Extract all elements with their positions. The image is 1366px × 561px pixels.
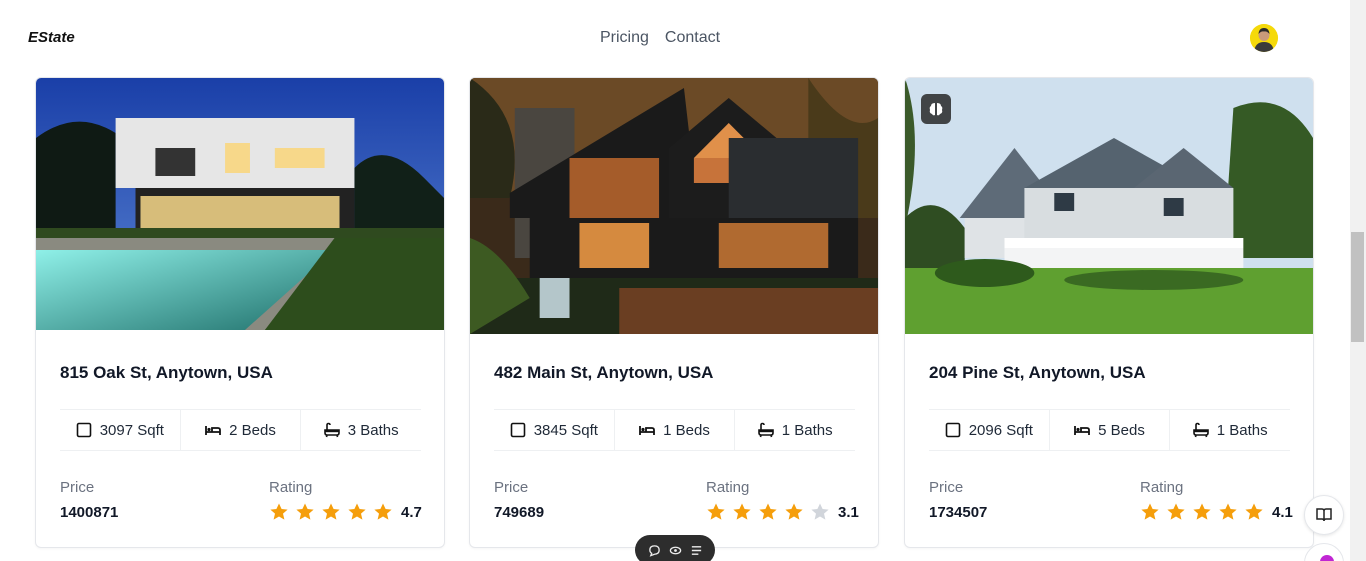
baths-feature: 3 Baths [301,410,421,450]
property-card-3[interactable]: 204 Pine St, Anytown, USA 2096 Sqft 5 Be… [904,77,1314,548]
scrollbar-thumb[interactable] [1351,232,1364,342]
square-icon [945,422,961,438]
price-label: Price [494,479,529,496]
feature-row: 3845 Sqft 1 Beds 1 Baths [494,409,855,451]
star-icon [322,503,340,520]
feature-row: 3097 Sqft 2 Beds 3 Baths [60,409,421,451]
bath-icon [757,422,774,438]
property-image-1 [36,78,444,330]
brand-logo[interactable]: EState [28,29,75,46]
bed-icon [639,426,656,435]
sqft-value: 2096 Sqft [968,421,1033,439]
beds-feature: 2 Beds [181,410,302,450]
rating-stars: 3.1 [706,502,859,522]
star-icon [707,503,725,520]
sqft-value: 3845 Sqft [533,421,598,439]
brain-icon [929,103,943,116]
beds-value: 1 Beds [663,421,710,439]
star-icon [1245,503,1263,520]
rating-value: 3.1 [838,503,859,521]
bath-icon [323,422,340,438]
beds-value: 5 Beds [1098,421,1145,439]
rating-value: 4.1 [1272,503,1293,521]
baths-feature: 1 Baths [735,410,855,450]
beds-feature: 5 Beds [1050,410,1171,450]
baths-value: 1 Baths [1216,421,1268,439]
sqft-feature: 3097 Sqft [60,410,181,450]
property-image-2 [470,78,878,334]
rating-stars: 4.1 [1140,502,1293,522]
property-card-2[interactable]: 482 Main St, Anytown, USA 3845 Sqft 1 Be… [469,77,879,548]
main-nav: Pricing Contact [600,29,720,47]
property-address[interactable]: 204 Pine St, Anytown, USA [929,363,1146,383]
book-icon [1316,508,1332,522]
price-value: 1734507 [929,504,988,521]
list-icon[interactable] [690,544,703,557]
price-label: Price [60,479,95,496]
baths-feature: 1 Baths [1170,410,1290,450]
square-icon [76,422,92,438]
chat-icon[interactable] [648,544,661,557]
baths-value: 1 Baths [781,421,833,439]
rating-stars: 4.7 [269,502,422,522]
baths-value: 3 Baths [347,421,399,439]
reader-button[interactable] [1304,495,1344,535]
rating-value: 4.7 [401,503,422,521]
price-value: 749689 [494,504,545,521]
rating-label: Rating [269,479,313,496]
price-value: 1400871 [60,504,119,521]
beds-feature: 1 Beds [615,410,736,450]
sqft-feature: 3845 Sqft [494,410,615,450]
star-icon [811,503,829,520]
star-icon [1219,503,1237,520]
price-label: Price [929,479,964,496]
rating-label: Rating [1140,479,1184,496]
star-icon [1141,503,1159,520]
property-card-1[interactable]: 815 Oak St, Anytown, USA 3097 Sqft 2 Bed… [35,77,445,548]
sqft-feature: 2096 Sqft [929,410,1050,450]
eye-icon[interactable] [669,544,682,557]
star-icon [759,503,777,520]
sqft-value: 3097 Sqft [99,421,164,439]
beds-value: 2 Beds [229,421,276,439]
assistant-button[interactable] [1304,543,1344,561]
star-icon [785,503,803,520]
avatar[interactable] [1250,24,1278,52]
property-address[interactable]: 815 Oak St, Anytown, USA [60,363,273,383]
bed-icon [205,426,222,435]
star-icon [374,503,392,520]
rating-label: Rating [706,479,750,496]
star-icon [270,503,288,520]
property-image-3 [905,78,1313,334]
square-icon [510,422,526,438]
star-icon [1167,503,1185,520]
floating-toolbar [635,535,715,561]
nav-pricing[interactable]: Pricing [600,29,649,47]
feature-row: 2096 Sqft 5 Beds 1 Baths [929,409,1290,451]
bath-icon [1192,422,1209,438]
bed-icon [1074,426,1091,435]
star-icon [1193,503,1211,520]
star-icon [733,503,751,520]
ai-badge[interactable] [921,94,951,124]
star-icon [296,503,314,520]
site-header: EState Pricing Contact [0,0,1350,78]
nav-contact[interactable]: Contact [665,29,720,47]
property-address[interactable]: 482 Main St, Anytown, USA [494,363,713,383]
brain-icon [1320,555,1334,561]
star-icon [348,503,366,520]
avatar-image [1250,24,1278,52]
